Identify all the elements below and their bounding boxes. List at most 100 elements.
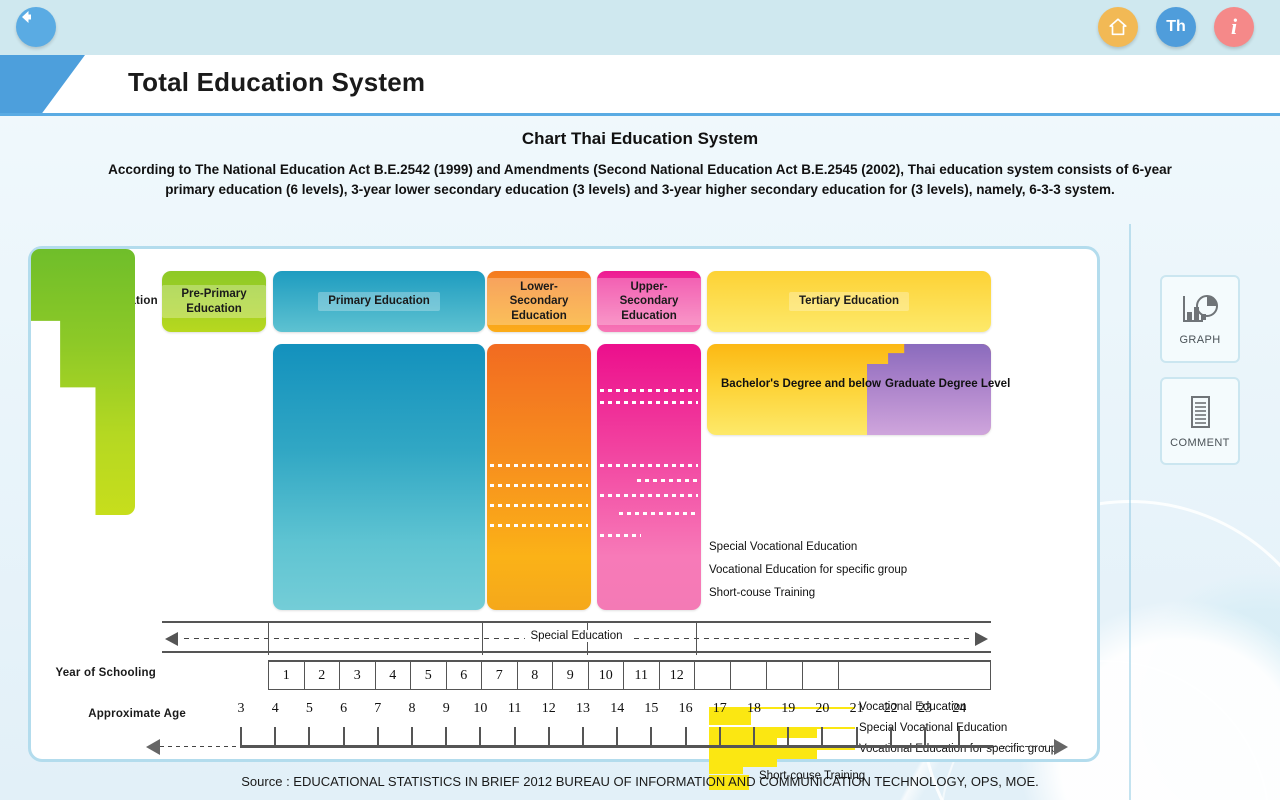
year-of-schooling-cell[interactable]: 1 xyxy=(269,662,305,689)
age-tick-label: 12 xyxy=(541,701,556,716)
graph-button[interactable]: GRAPH xyxy=(1160,275,1240,363)
level-box-tertiary-label: Tertiary Education xyxy=(788,292,910,311)
level-box-lower-secondary[interactable]: Lower-Secondary Education xyxy=(487,271,591,332)
age-tick-label: 16 xyxy=(678,701,693,716)
dotted-divider xyxy=(490,484,588,487)
title-bar: Total Education System xyxy=(0,55,1280,116)
year-of-schooling-cell[interactable] xyxy=(695,662,731,689)
note-line-1: Special Vocational Education xyxy=(709,541,858,553)
home-button[interactable] xyxy=(1098,7,1138,47)
year-of-schooling-cell[interactable]: 3 xyxy=(340,662,376,689)
year-of-schooling-cell[interactable] xyxy=(731,662,767,689)
info-button[interactable]: i xyxy=(1214,7,1254,47)
dotted-divider xyxy=(619,512,698,515)
age-axis-dash-left xyxy=(160,746,240,747)
age-tick-mark xyxy=(376,727,379,745)
source-note: Source : EDUCATIONAL STATISTICS IN BRIEF… xyxy=(241,774,1039,789)
age-tick-label: 20 xyxy=(815,701,830,716)
vocational-bar-3c[interactable] xyxy=(709,750,743,774)
year-of-schooling-cell[interactable]: 7 xyxy=(482,662,518,689)
note-line-3: Short-couse Training xyxy=(709,587,816,599)
year-of-schooling-cell[interactable]: 2 xyxy=(305,662,340,689)
chart-heading-block: Chart Thai Education System According to… xyxy=(0,119,1280,224)
year-of-schooling-cell[interactable]: 5 xyxy=(411,662,447,689)
year-of-schooling-cell[interactable]: 4 xyxy=(376,662,411,689)
back-button[interactable] xyxy=(16,7,56,47)
language-toggle-button[interactable]: Th xyxy=(1156,7,1196,47)
dotted-divider xyxy=(600,389,698,392)
year-of-schooling-cell[interactable]: 11 xyxy=(624,662,660,689)
level-box-pre-primary[interactable]: Pre-Primary Education xyxy=(162,271,266,332)
age-tick-mark xyxy=(240,727,242,745)
education-system-diagram: Level of Education Year of Schooling App… xyxy=(31,249,1097,790)
age-tick-label: 18 xyxy=(747,701,761,716)
arrow-left-icon xyxy=(22,11,31,23)
comment-button[interactable]: COMMENT xyxy=(1160,377,1240,465)
year-of-schooling-cell[interactable]: 9 xyxy=(553,662,589,689)
age-tick-label: 10 xyxy=(473,701,488,716)
vertical-divider xyxy=(1129,224,1131,800)
year-of-schooling-cell[interactable] xyxy=(839,662,990,689)
chart-description: According to The National Education Act … xyxy=(108,162,1172,197)
column-primary[interactable] xyxy=(273,344,485,610)
age-tick-mark xyxy=(753,727,755,745)
age-tick-label: 9 xyxy=(442,701,450,716)
age-tick-mark xyxy=(787,727,790,745)
age-tick-label: 15 xyxy=(644,701,659,716)
year-of-schooling-cell[interactable] xyxy=(803,662,839,689)
age-tick-label: 21 xyxy=(849,701,864,716)
dotted-divider xyxy=(490,464,588,467)
age-tick-label: 5 xyxy=(305,701,313,716)
age-tick-mark xyxy=(342,727,345,745)
year-of-schooling-cell[interactable]: 6 xyxy=(447,662,482,689)
year-of-schooling-cell[interactable]: 8 xyxy=(518,662,553,689)
age-tick-mark xyxy=(855,727,858,745)
page-title: Total Education System xyxy=(128,67,426,97)
arrow-right-icon xyxy=(1054,739,1068,755)
year-of-schooling-row: 1 2 3 4 5 6 7 8 9 10 11 12 xyxy=(268,660,991,690)
dotted-divider xyxy=(637,479,698,482)
level-box-lower-secondary-label: Lower-Secondary Education xyxy=(487,277,591,326)
band-tick xyxy=(268,623,269,655)
diagram-card: Level of Education Year of Schooling App… xyxy=(28,246,1100,790)
level-box-pre-primary-label: Pre-Primary Education xyxy=(162,285,266,318)
age-tick-label: 23 xyxy=(918,701,932,716)
column-lower-secondary[interactable] xyxy=(487,344,591,610)
year-of-schooling-cell[interactable]: 12 xyxy=(660,662,695,689)
level-box-primary[interactable]: Primary Education xyxy=(273,271,485,332)
column-pre-primary[interactable] xyxy=(31,249,135,515)
dotted-divider xyxy=(600,534,641,537)
level-box-tertiary[interactable]: Tertiary Education xyxy=(707,271,991,332)
dotted-divider xyxy=(600,464,698,467)
comment-button-label: COMMENT xyxy=(1170,436,1230,449)
column-upper-secondary[interactable] xyxy=(597,344,701,610)
year-of-schooling-cell[interactable]: 10 xyxy=(589,662,624,689)
tertiary-graduate-label: Graduate Degree Level xyxy=(885,377,1010,392)
age-tick-mark xyxy=(924,727,926,745)
age-axis-line xyxy=(240,745,993,748)
age-tick-mark xyxy=(958,727,961,745)
arrow-left-icon xyxy=(165,632,178,646)
age-tick-label: 17 xyxy=(712,701,727,716)
age-tick-label: 3 xyxy=(237,701,245,716)
age-tick-mark xyxy=(650,727,653,745)
special-education-label: Special Education xyxy=(524,630,629,642)
tertiary-bachelor-label: Bachelor's Degree and below xyxy=(721,377,881,392)
age-tick-mark xyxy=(889,727,892,745)
age-tick-label: 4 xyxy=(271,701,279,716)
top-toolbar: Th i xyxy=(0,0,1280,55)
age-tick-mark xyxy=(821,727,824,745)
year-of-schooling-cell[interactable] xyxy=(767,662,803,689)
arrow-left-icon xyxy=(146,739,160,755)
dotted-divider xyxy=(490,524,588,527)
tertiary-bachelor-text: Bachelor's Degree and below xyxy=(721,378,881,390)
special-education-band: Special Education xyxy=(162,621,991,655)
age-tick-mark xyxy=(513,727,516,745)
info-label: i xyxy=(1230,14,1238,39)
level-box-upper-secondary[interactable]: Upper-Secondary Education xyxy=(597,271,701,332)
age-tick-mark xyxy=(718,727,721,745)
home-icon xyxy=(1109,18,1127,36)
age-tick-mark xyxy=(616,727,619,745)
language-label: Th xyxy=(1166,18,1186,35)
age-tick-mark xyxy=(582,727,584,745)
